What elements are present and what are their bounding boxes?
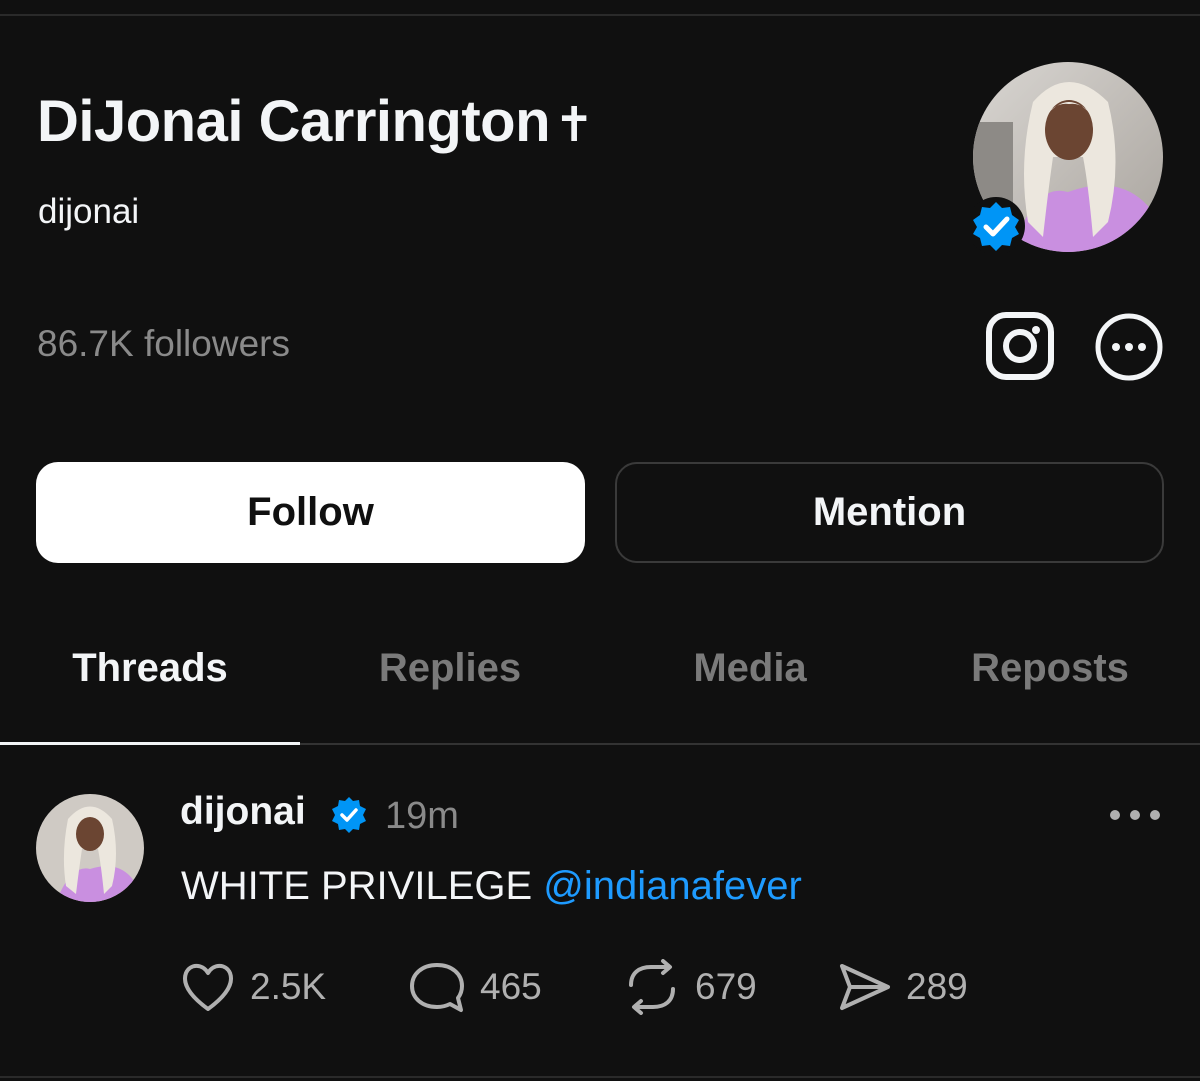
tab-replies[interactable]: Replies — [300, 646, 600, 706]
mention-link[interactable]: @indianafever — [543, 864, 802, 908]
instagram-icon[interactable] — [984, 310, 1056, 382]
post-text: WHITE PRIVILEGE — [181, 864, 533, 908]
comment-icon — [410, 963, 464, 1012]
tab-reposts[interactable]: Reposts — [900, 646, 1200, 706]
comment-count: 465 — [480, 966, 542, 1007]
verified-badge-icon — [332, 797, 366, 833]
post-body: WHITE PRIVILEGE @indianafever — [181, 864, 802, 909]
followers-count-link[interactable]: 86.7K followers — [37, 323, 290, 365]
more-options-icon[interactable] — [1094, 312, 1164, 382]
post-more-options-icon[interactable] — [1105, 805, 1165, 825]
bottom-divider — [0, 1076, 1200, 1078]
post-timestamp: 19m — [385, 795, 459, 837]
repost-count: 679 — [695, 966, 757, 1007]
follow-button[interactable]: Follow — [36, 462, 585, 563]
tab-media[interactable]: Media — [600, 646, 900, 706]
cross-emoji: ✝ — [554, 99, 594, 152]
like-action[interactable]: 2.5K — [180, 960, 326, 1014]
post-avatar[interactable] — [36, 794, 144, 902]
profile-username: dijonai — [38, 192, 140, 231]
top-divider — [0, 14, 1200, 16]
profile-display-name: DiJonai Carrington✝ — [37, 89, 594, 154]
share-action[interactable]: 289 — [838, 960, 968, 1014]
post-username[interactable]: dijonai — [180, 790, 306, 834]
repost-action[interactable]: 679 — [623, 959, 757, 1015]
active-tab-indicator — [0, 742, 300, 745]
heart-icon — [183, 963, 233, 1011]
verified-badge-icon — [967, 197, 1025, 255]
mention-button[interactable]: Mention — [615, 462, 1164, 563]
share-count: 289 — [906, 966, 968, 1007]
tab-threads[interactable]: Threads — [0, 646, 300, 706]
send-icon — [840, 964, 890, 1010]
repost-icon — [629, 959, 675, 1015]
comment-action[interactable]: 465 — [408, 960, 542, 1014]
like-count: 2.5K — [250, 966, 327, 1007]
